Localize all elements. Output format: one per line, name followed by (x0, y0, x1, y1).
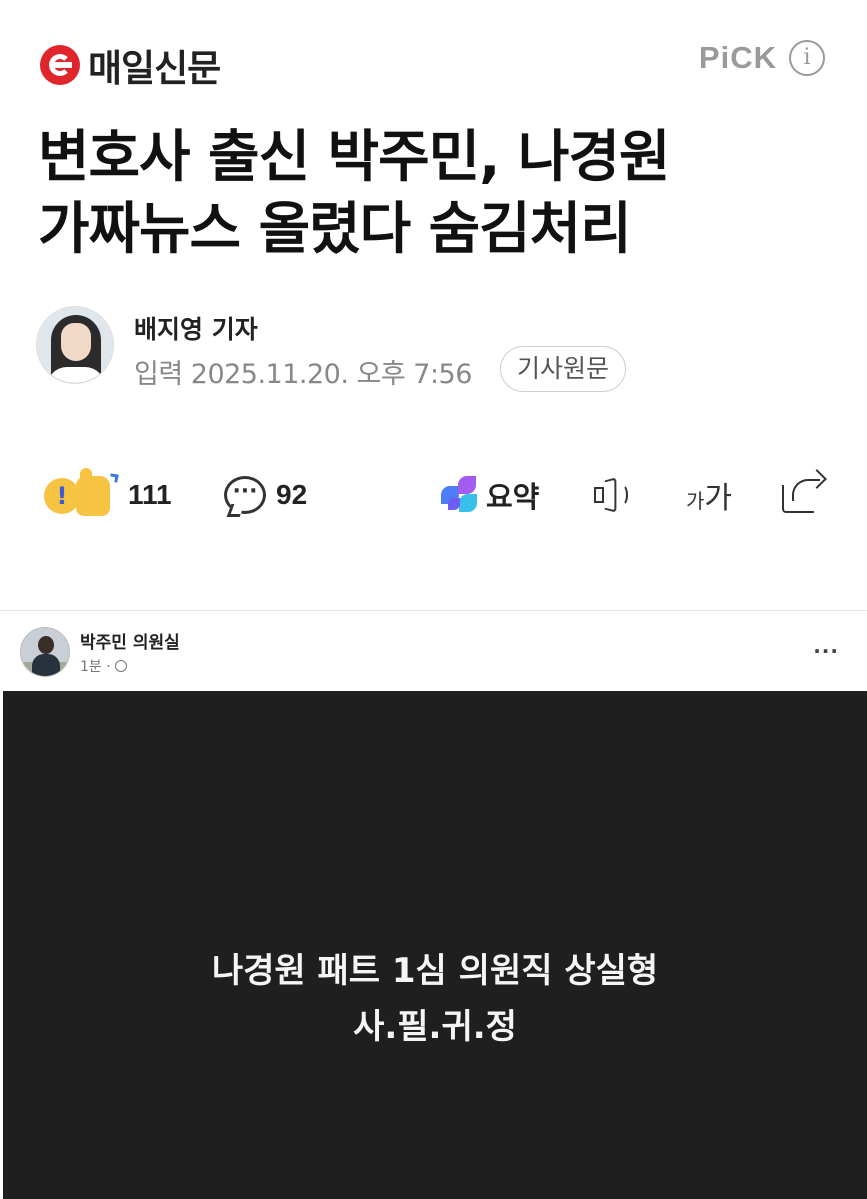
share-icon (780, 469, 827, 515)
post-header: 박주민 의원실 1분 · ··· (0, 611, 867, 691)
post-image: 나경원 패트 1심 의원직 상실형 사.필.귀.정 (3, 691, 867, 1199)
share-button[interactable] (780, 466, 827, 524)
comment-button[interactable]: ··· 92 (224, 466, 307, 524)
page-avatar[interactable] (20, 627, 70, 677)
reporter-name[interactable]: 배지영 기자 (134, 310, 258, 346)
publish-date: 입력 2025.11.20. 오후 7:56 (134, 359, 472, 390)
comment-count: 92 (276, 479, 308, 510)
embedded-social-post: 박주민 의원실 1분 · ··· 나경원 패트 1심 의원직 상실형 사.필.귀… (0, 610, 867, 1199)
original-article-button[interactable]: 기사원문 (500, 346, 627, 392)
summary-label: 요약 (486, 480, 540, 514)
article-action-bar: ! 111 ··· 92 요약 가가 (0, 466, 867, 526)
post-image-text: 나경원 패트 1심 의원직 상실형 사.필.귀.정 (3, 943, 867, 1055)
read-aloud-button[interactable] (592, 466, 636, 524)
page-name[interactable]: 박주민 의원실 (80, 628, 180, 653)
globe-icon (115, 660, 128, 672)
comment-bubble-icon: ··· (224, 476, 266, 514)
pick-badge[interactable]: PiCK (699, 40, 777, 76)
info-icon[interactable]: i (789, 40, 825, 76)
more-options-icon[interactable]: ··· (813, 639, 839, 663)
brand-name: 매일신문 (88, 47, 221, 90)
sparkle-icon (440, 476, 478, 514)
post-meta: 1분 · (80, 656, 128, 676)
reaction-emoji-icon: ! (44, 468, 120, 520)
brand-logo[interactable]: 매일신문 (40, 38, 221, 92)
speaker-icon (592, 476, 636, 514)
font-size-icon: 가가 (686, 481, 733, 516)
reporter-avatar[interactable] (36, 306, 114, 384)
headline-line-1: 변호사 출신 박주민, 나경원 (38, 125, 670, 190)
reaction-button[interactable]: ! 111 (44, 466, 172, 524)
article-headline: 변호사 출신 박주민, 나경원 가짜뉴스 올렸다 숨김처리 (38, 122, 838, 266)
post-image-line-2: 사.필.귀.정 (353, 1007, 517, 1047)
reaction-count: 111 (128, 479, 172, 510)
top-bar: 매일신문 PiCK i (0, 0, 867, 120)
summary-button[interactable]: 요약 (440, 466, 539, 524)
font-size-button[interactable]: 가가 (686, 466, 732, 524)
byline: 배지영 기자 입력 2025.11.20. 오후 7:56 기사원문 (36, 306, 736, 392)
headline-line-2: 가짜뉴스 올렸다 숨김처리 (38, 197, 632, 262)
post-image-line-1: 나경원 패트 1심 의원직 상실형 (211, 951, 659, 991)
brand-logo-icon (40, 45, 80, 85)
